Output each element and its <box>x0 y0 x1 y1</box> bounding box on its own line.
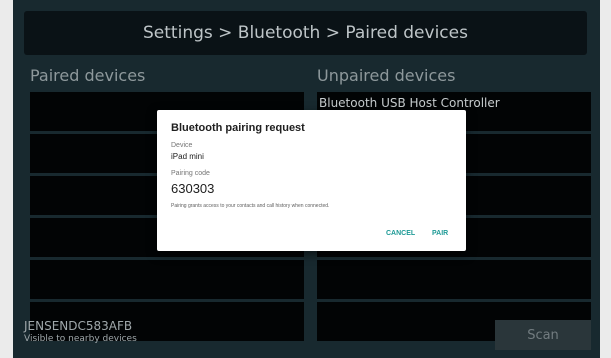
dialog-title: Bluetooth pairing request <box>171 122 305 134</box>
pairing-code-value: 630303 <box>171 181 215 196</box>
device-value: iPad mini <box>171 152 204 161</box>
pair-button[interactable]: PAIR <box>432 230 448 237</box>
pairing-dialog: Bluetooth pairing request Device iPad mi… <box>157 110 466 251</box>
pairing-note: Pairing grants access to your contacts a… <box>171 203 330 209</box>
cancel-button[interactable]: CANCEL <box>386 230 415 237</box>
pairing-code-label: Pairing code <box>171 170 210 177</box>
device-label: Device <box>171 142 193 149</box>
